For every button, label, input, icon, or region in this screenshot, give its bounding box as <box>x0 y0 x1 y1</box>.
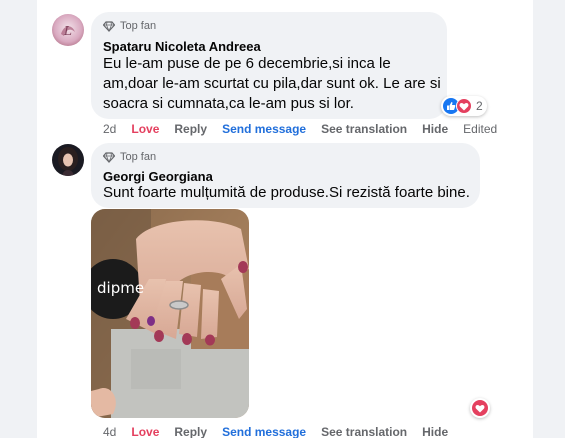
diamond-icon <box>103 151 115 163</box>
see-translation-button[interactable]: See translation <box>321 425 407 438</box>
love-icon <box>472 400 488 416</box>
comment-text-line: Sunt foarte mulțumită de produse.Si rezi… <box>103 184 470 201</box>
love-button[interactable]: Love <box>131 425 159 438</box>
comment-text: Sunt foarte mulțumită de produse.Si rezi… <box>103 183 470 203</box>
love-icon <box>456 98 472 114</box>
top-fan-badge: Top fan <box>103 151 156 163</box>
avatar-image: L <box>52 14 84 46</box>
top-fan-label: Top fan <box>120 20 157 32</box>
reaction-count: 2 <box>476 99 483 113</box>
comment-timestamp[interactable]: 4d <box>103 425 116 438</box>
top-fan-badge: Top fan <box>103 20 156 32</box>
hide-button[interactable]: Hide <box>422 425 448 438</box>
comment-author[interactable]: Georgi Georgiana <box>103 169 213 184</box>
svg-text:L: L <box>63 24 72 38</box>
avatar[interactable]: L <box>52 14 84 46</box>
comment-actions: 2d Love Reply Send message See translati… <box>103 122 497 136</box>
reply-button[interactable]: Reply <box>174 122 207 136</box>
comment-text: Eu le-am puse de pe 6 decembrie,si inca … <box>103 54 441 114</box>
comment-bubble: Top fan Spataru Nicoleta Andreea Eu le-a… <box>91 12 447 119</box>
comment-bubble: Top fan Georgi Georgiana Sunt foarte mul… <box>91 143 480 208</box>
comment-actions: 4d Love Reply Send message See translati… <box>103 425 463 438</box>
avatar-image <box>52 144 84 176</box>
hand-manicure-photo: dipme <box>91 209 249 418</box>
diamond-icon <box>103 20 115 32</box>
photo-brand-text: dipme <box>97 279 144 297</box>
comment-text-line: soacra si cumnata,ca le-am pus si lor. <box>103 95 354 112</box>
send-message-button[interactable]: Send message <box>222 425 306 438</box>
see-translation-button[interactable]: See translation <box>321 122 407 136</box>
hide-button[interactable]: Hide <box>422 122 448 136</box>
reply-button[interactable]: Reply <box>174 425 207 438</box>
comment-timestamp[interactable]: 2d <box>103 122 116 136</box>
reaction-summary[interactable] <box>470 398 490 418</box>
edited-label[interactable]: Edited <box>463 122 497 136</box>
send-message-button[interactable]: Send message <box>222 122 306 136</box>
comment-text-line: Eu le-am puse de pe 6 decembrie,si inca … <box>103 55 391 72</box>
avatar[interactable] <box>52 144 84 176</box>
reaction-summary[interactable]: 2 <box>441 96 487 116</box>
comment-text-line: am,doar le-am scurtat cu pila,dar sunt o… <box>103 75 441 92</box>
love-button[interactable]: Love <box>131 122 159 136</box>
comment-photo[interactable]: dipme <box>91 209 249 418</box>
comment-author[interactable]: Spataru Nicoleta Andreea <box>103 39 261 54</box>
top-fan-label: Top fan <box>120 151 157 163</box>
